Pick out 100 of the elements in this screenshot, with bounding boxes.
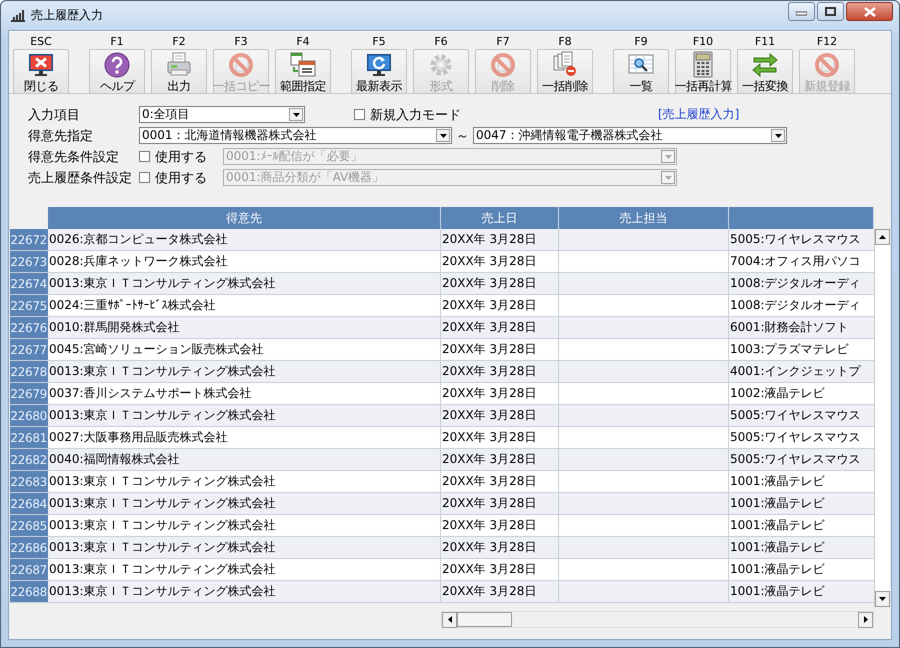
shortcut-key-label: F8 [558,35,572,49]
row-number: 22682 [10,449,48,470]
table-row[interactable]: 22677 0045:宮崎ソリューション販売株式会社 20XX年 3月28日 1003:プラズマテレビ [10,339,874,361]
table-row[interactable]: 22680 0013:東京ＩＴコンサルティング株式会社 20XX年 3月28日 5005:ワイヤレスマウス [10,405,874,427]
row-number: 22673 [10,251,48,272]
table-cell-text: 1003:プラズマテレビ [729,341,850,358]
dropdown-arrow-icon [440,134,446,138]
range-separator: ～ [456,128,469,144]
table-cell-text: 5005:ワイヤレスマウス [729,451,862,468]
checkbox[interactable] [354,109,365,120]
table-cell: 0026:京都コンピュータ株式会社 [48,229,441,250]
table-cell-text: 1001:液晶テレビ [729,495,826,512]
table-row[interactable]: 22685 0013:東京ＩＴコンサルティング株式会社 20XX年 3月28日 1001:液晶テレビ [10,515,874,537]
table-row[interactable]: 22678 0013:東京ＩＴコンサルティング株式会社 20XX年 3月28日 4001:インクジェットプ [10,361,874,383]
dropdown-arrow-icon [664,154,672,158]
scroll-left-button[interactable] [442,612,457,628]
table-cell: 0045:宮崎ソリューション販売株式会社 [48,339,441,360]
table-row[interactable]: 22675 0024:三重ｻﾎﾟｰﾄｻｰﾋﾞｽ株式会社 20XX年 3月28日 1008:デジタルオーディ [10,295,874,317]
row-number: 22676 [10,317,48,338]
checkbox-label: 使用する [155,148,207,166]
table-row[interactable]: 22688 0013:東京ＩＴコンサルティング株式会社 20XX年 3月28日 1001:液晶テレビ [10,581,874,603]
row-number: 22688 [10,581,48,602]
close-icon [864,6,876,16]
table-cell-text: 6001:財務会計ソフト [729,319,850,336]
column-header: 売上日 [441,207,559,229]
column-header: 得意先 [48,207,441,229]
table-cell: 0027:大阪事務用品販売株式会社 [48,427,441,448]
minimize-button[interactable] [788,2,815,21]
table-row[interactable]: 22686 0013:東京ＩＴコンサルティング株式会社 20XX年 3月28日 1001:液晶テレビ [10,537,874,559]
table-row[interactable]: 22682 0040:福岡情報株式会社 20XX年 3月28日 5005:ワイヤレスマウス [10,449,874,471]
dropdown[interactable]: 0:全項目 [139,106,305,123]
documents-minus-icon [551,51,579,79]
table-cell: 20XX年 3月28日 [441,339,559,360]
shortcut-key-label: F5 [372,35,386,49]
toolbar-button[interactable]: 最新表示 [351,49,407,94]
scroll-up-button[interactable] [875,229,890,245]
maximize-button[interactable] [817,2,844,21]
table-cell: 20XX年 3月28日 [441,383,559,404]
table-cell-text: 7004:オフィス用パソコ [729,253,862,270]
table-cell-text: 1008:デジタルオーディ [729,275,862,292]
row-number: 22674 [10,273,48,294]
toolbar-button[interactable]: 閉じる [13,49,69,94]
table-cell: 0028:兵庫ネットワーク株式会社 [48,251,441,272]
toolbar-button[interactable]: 一括変換 [737,49,793,94]
monitor-refresh-icon [365,51,393,79]
row-number: 22683 [10,471,48,492]
toolbar-button[interactable]: 出力 [151,49,207,94]
bar-chart-icon [11,10,25,22]
table-cell: 0010:群馬開発株式会社 [48,317,441,338]
row-number: 22678 [10,361,48,382]
toolbar-button[interactable]: 一覧 [613,49,669,94]
table-cell-text: 1001:液晶テレビ [729,473,826,490]
scroll-thumb[interactable] [457,612,512,627]
shortcut-key-label: F1 [110,35,124,49]
table-row[interactable]: 22681 0027:大阪事務用品販売株式会社 20XX年 3月28日 5005:ワイヤレスマウス [10,427,874,449]
scroll-down-button[interactable] [875,591,890,607]
field-label: 入力項目 [28,106,81,124]
table-cell: 20XX年 3月28日 [441,317,559,338]
vertical-scrollbar[interactable] [874,229,890,607]
close-button[interactable] [846,2,893,21]
horizontal-scrollbar[interactable] [441,611,874,628]
toolbar-button[interactable]: 一括再計算 [675,49,731,94]
dropdown[interactable]: 0001：北海道情報機器株式会社 [139,127,452,144]
field-label: 得意先指定 [28,128,94,144]
shortcut-key-label: F9 [634,35,648,49]
row-number: 22681 [10,427,48,448]
table-cell: 20XX年 3月28日 [441,361,559,382]
dropdown-arrow-icon [292,112,300,116]
toolbar-button[interactable]: 範囲指定 [275,49,331,94]
table-cell: 20XX年 3月28日 [441,515,559,536]
table-cell-text: 1008:デジタルオーディ [729,297,862,314]
table-row[interactable]: 22674 0013:東京ＩＴコンサルティング株式会社 20XX年 3月28日 1008:デジタルオーディ [10,273,874,295]
table-row[interactable]: 22684 0013:東京ＩＴコンサルティング株式会社 20XX年 3月28日 1001:液晶テレビ [10,493,874,515]
table-cell: 0013:東京ＩＴコンサルティング株式会社 [48,581,441,602]
scroll-right-button[interactable] [858,612,873,628]
table-row[interactable]: 22687 0013:東京ＩＴコンサルティング株式会社 20XX年 3月28日 1001:液晶テレビ [10,559,874,581]
toolbar-button[interactable]: ヘルプ [89,49,145,94]
table-row[interactable]: 22673 0028:兵庫ネットワーク株式会社 20XX年 3月28日 7004:オフィス用パソコ [10,251,874,273]
dropdown[interactable]: 0047：沖縄情報電子機器株式会社 [473,127,787,144]
shortcut-key-label: F6 [434,35,448,49]
table-row[interactable]: 22676 0010:群馬開発株式会社 20XX年 3月28日 6001:財務会計ソフト [10,317,874,339]
table-row[interactable]: 22672 0026:京都コンピュータ株式会社 20XX年 3月28日 5005:ワイヤレスマウス [10,229,874,251]
swap-arrows-icon [751,51,779,79]
shortcut-key-label: F12 [816,35,838,49]
table-row[interactable]: 22683 0013:東京ＩＴコンサルティング株式会社 20XX年 3月28日 1001:液晶テレビ [10,471,874,493]
table-cell: 0013:東京ＩＴコンサルティング株式会社 [48,405,441,426]
table-cell: 20XX年 3月28日 [441,427,559,448]
dropdown-arrow-icon [664,176,672,180]
table-cell: 20XX年 3月28日 [441,273,559,294]
checkbox-label: 使用する [155,170,207,186]
table-cell: 0040:福岡情報株式会社 [48,449,441,470]
calendar-icon [289,51,317,79]
left-arrow-icon [448,616,452,623]
table-row[interactable]: 22679 0037:香川システムサポート株式会社 20XX年 3月28日 1002:液晶テレビ [10,383,874,405]
prohibited-icon [227,51,255,79]
table-cell: 0013:東京ＩＴコンサルティング株式会社 [48,361,441,382]
table-cell-text: 5005:ワイヤレスマウス [729,407,862,424]
toolbar-button[interactable]: 一括削除 [537,49,593,94]
dropdown-arrow-icon [774,134,782,138]
table-cell-text: 1001:液晶テレビ [729,539,826,556]
